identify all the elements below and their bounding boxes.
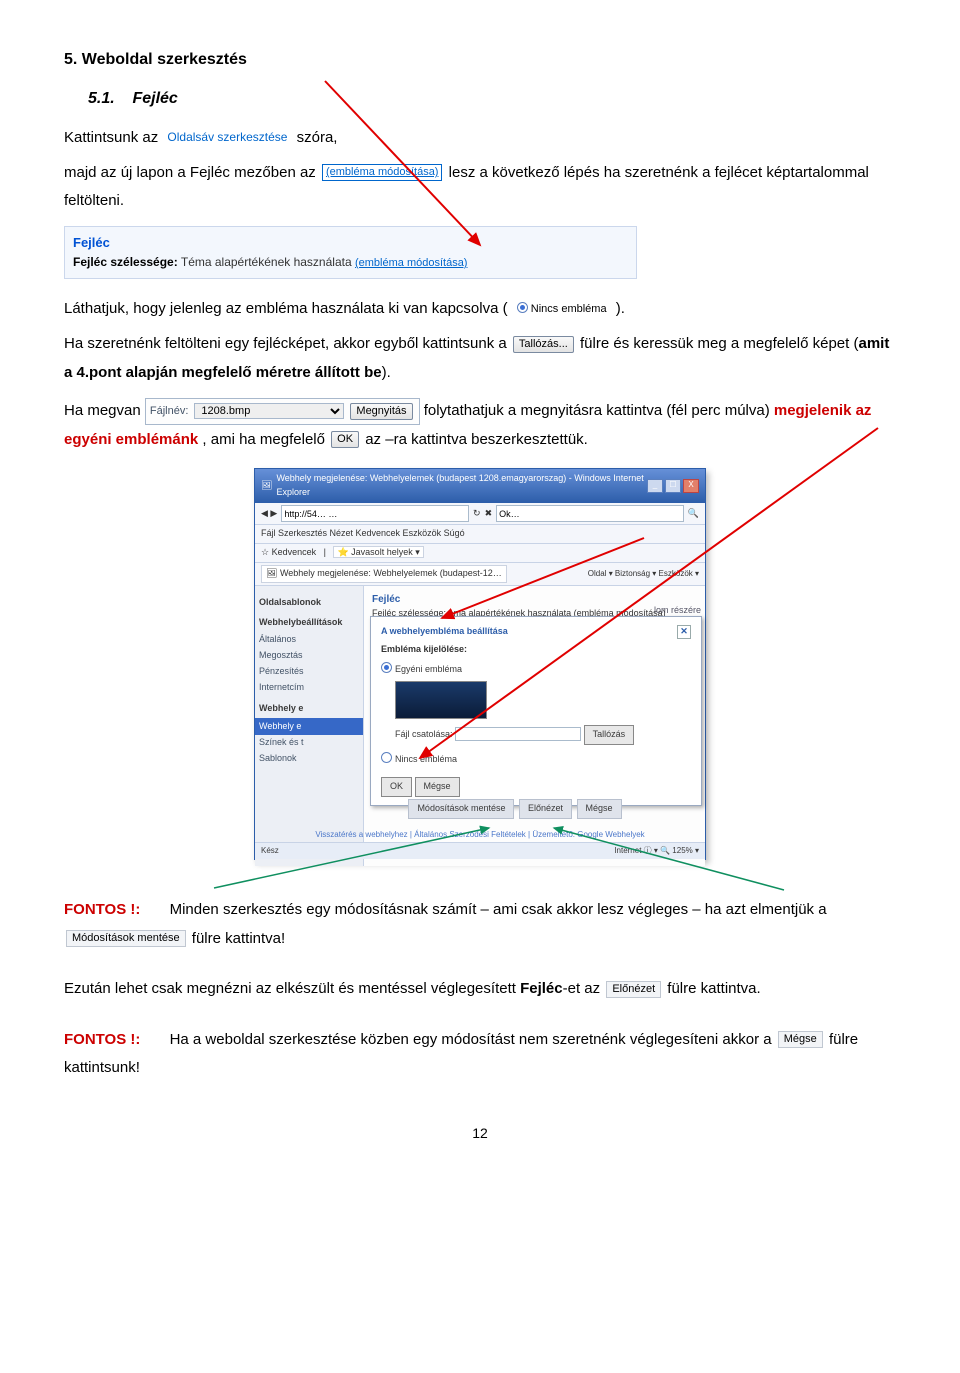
- paragraph: Láthatjuk, hogy jelenleg az embléma hasz…: [64, 297, 896, 320]
- paragraph: Ha megvan Fájlnév: 1208.bmp Megnyitás fo…: [64, 397, 896, 454]
- url-input[interactable]: [281, 505, 469, 522]
- preview-button[interactable]: Előnézet: [519, 799, 572, 819]
- sidebar-item-internetcim[interactable]: Internetcím: [259, 680, 359, 696]
- browser-tab[interactable]: 🖼 Webhely megjelenése: Webhelyelemek (bu…: [261, 565, 507, 583]
- fontos-label: FONTOS !:: [64, 901, 140, 918]
- address-bar: ◀ ▶ ↻✖ 🔍: [255, 503, 705, 525]
- paragraph: majd az új lapon a Fejléc mezőben az (em…: [64, 159, 896, 216]
- sidebar-item-megosztas[interactable]: Megosztás: [259, 648, 359, 664]
- emblema-modify-chip: (embléma módosítása): [322, 164, 443, 181]
- favorites-bar: ☆ Kedvencek | ⭐ Javasolt helyek ▾: [255, 544, 705, 563]
- dialog-ok-button[interactable]: OK: [381, 777, 412, 797]
- emblema-modify-link: (embléma módosítása): [355, 257, 468, 269]
- dialog-close-icon[interactable]: ✕: [677, 625, 691, 639]
- menu-bar: Fájl Szerkesztés Nézet Kedvencek Eszközö…: [255, 525, 705, 544]
- save-modifications-chip: Módosítások mentése: [66, 930, 186, 947]
- emblema-dialog: A webhelyembléma beállítása ✕ Embléma ki…: [370, 616, 702, 806]
- tab-bar: 🖼 Webhely megjelenése: Webhelyelemek (bu…: [255, 563, 705, 586]
- main-section-title: Fejléc: [372, 592, 697, 608]
- radio-egyeni[interactable]: Egyéni embléma: [395, 664, 462, 674]
- section-heading: 5. Weboldal szerkesztés: [64, 48, 896, 73]
- fontos-label-2: FONTOS !:: [64, 1031, 140, 1048]
- paragraph: Kattintsunk az Oldalsáv szerkesztése szó…: [64, 126, 896, 149]
- paragraph: FONTOS !: Minden szerkesztés egy módosít…: [64, 896, 896, 953]
- window-title-bar: 🖼Webhely megjelenése: Webhelyelemek (bud…: [255, 469, 705, 503]
- sidebar-item-penzesites[interactable]: Pénzesítés: [259, 664, 359, 680]
- preview-chip: Előnézet: [606, 981, 661, 998]
- page-footer-links: Visszatérés a webhelyhez | Általános Sze…: [255, 829, 705, 841]
- cancel-button[interactable]: Mégse: [577, 799, 622, 819]
- file-attach-input[interactable]: [455, 727, 581, 741]
- save-modifications-button[interactable]: Módosítások mentése: [408, 799, 514, 819]
- no-emblema-chip: Nincs embléma: [514, 300, 610, 317]
- sidebar-edit-link-chip: Oldalsáv szerkesztése: [164, 129, 290, 145]
- sidebar-item-sablonok[interactable]: Sablonok: [259, 751, 359, 767]
- sidebar-item-selected[interactable]: Webhely e: [255, 718, 363, 736]
- status-bar: Kész Internet ⓘ ▾ 🔍 125% ▾: [255, 842, 705, 859]
- browser-screenshot: 🖼Webhely megjelenése: Webhelyelemek (bud…: [254, 468, 706, 860]
- paragraph: FONTOS !: Ha a weboldal szerkesztése köz…: [64, 1026, 896, 1083]
- tallozas-button-chip: Tallózás...: [513, 336, 574, 353]
- tallozas-button[interactable]: Tallózás: [584, 725, 635, 745]
- dialog-title: A webhelyembléma beállítása: [381, 625, 508, 639]
- minimize-button[interactable]: _: [647, 479, 663, 493]
- search-input[interactable]: [496, 505, 684, 522]
- settings-sidebar: Oldalsablonok Webhelybeállítások Általán…: [255, 586, 364, 866]
- page-action-buttons: Módosítások mentése Előnézet Mégse: [385, 799, 645, 819]
- fejlec-settings-box: Fejléc Fejléc szélessége: Téma alapérték…: [64, 226, 637, 279]
- sidebar-item-altalanos[interactable]: Általános: [259, 632, 359, 648]
- megse-chip: Mégse: [778, 1031, 823, 1048]
- dialog-megse-button[interactable]: Mégse: [415, 777, 460, 797]
- filename-select: 1208.bmp: [194, 403, 344, 419]
- paragraph: Ha szeretnénk feltölteni egy fejlécképet…: [64, 330, 896, 387]
- subsection-heading: 5.1. Fejléc: [88, 87, 896, 112]
- emblema-preview-thumb: [395, 681, 487, 719]
- radio-nincs[interactable]: Nincs embléma: [395, 754, 457, 764]
- sidebar-item-szinek[interactable]: Színek és t: [259, 735, 359, 751]
- filename-field-chip: Fájlnév: 1208.bmp Megnyitás: [145, 398, 420, 425]
- close-button[interactable]: X: [683, 479, 699, 493]
- paragraph: Ezután lehet csak megnézni az elkészült …: [64, 975, 896, 1004]
- open-button-chip: Megnyitás: [350, 403, 412, 420]
- ok-button-chip: OK: [331, 431, 359, 448]
- page-number: 12: [64, 1123, 896, 1145]
- maximize-button[interactable]: ☐: [665, 479, 681, 493]
- box-title: Fejléc: [73, 233, 628, 253]
